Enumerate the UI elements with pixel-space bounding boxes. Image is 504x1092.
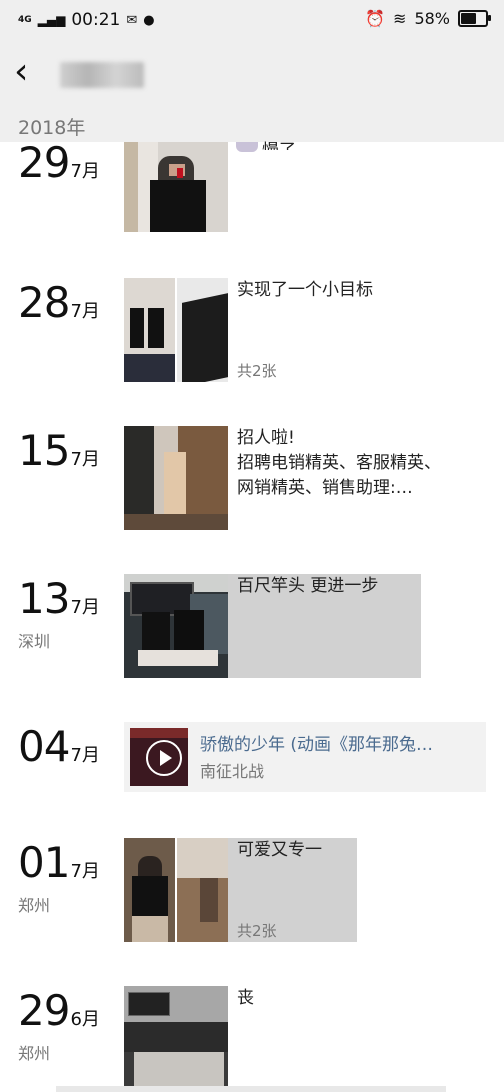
post-text-line: 招聘电销精英、客服精英、 [237, 453, 441, 473]
entry-date: 017月 [18, 838, 100, 887]
post-text: 百尺竿头 更进一步 [237, 576, 379, 596]
bottom-edge [56, 1086, 446, 1092]
wifi-icon: ≋ [393, 9, 407, 28]
alarm-icon: ⏰ [365, 9, 386, 28]
entry-date: 137月 [18, 574, 100, 623]
post-text: 实现了一个小目标 [237, 280, 373, 300]
entry-location: 郑州 [18, 896, 51, 915]
photo-thumbnail[interactable] [124, 278, 228, 382]
entry-location: 深圳 [18, 632, 51, 651]
play-icon[interactable] [146, 740, 182, 776]
nav-bar: ‹ [0, 40, 504, 108]
entry-location: 郑州 [18, 1044, 51, 1063]
photo-thumbnail[interactable] [124, 838, 228, 942]
status-bar: 4G ▂▄▆ 00:21 ✉ ● ⏰ ≋ 58% [0, 0, 504, 40]
back-button[interactable]: ‹ [14, 52, 28, 92]
post-text-line: 招人啦! [237, 428, 295, 448]
photo-count: 共2张 [237, 362, 277, 380]
status-left: 4G ▂▄▆ 00:21 ✉ ● [18, 10, 155, 30]
photo-thumbnail[interactable] [124, 986, 228, 1086]
shared-subtitle: 南征北战 [200, 762, 265, 781]
status-right: ⏰ ≋ 58% [365, 9, 491, 28]
signal-icon: ▂▄▆ [37, 13, 66, 27]
shared-title: 骄傲的少年 (动画《那年那兔… [200, 735, 434, 755]
photo-thumbnail[interactable] [124, 142, 228, 232]
year-header: 2018年 [0, 108, 504, 142]
obscured-profile-name [60, 62, 144, 88]
post-text-line: 网销精英、销售助理:… [237, 478, 413, 498]
battery-percent: 58% [414, 9, 450, 28]
network-type: 4G [18, 14, 32, 25]
avatar [236, 142, 258, 152]
photo-thumbnail[interactable] [124, 574, 228, 678]
status-time: 00:21 [71, 10, 121, 30]
post-text: 丧 [237, 988, 254, 1008]
entry-date: 296月 [18, 986, 100, 1035]
chevron-left-icon: ‹ [14, 51, 29, 92]
shared-music-card[interactable]: 骄傲的少年 (动画《那年那兔… 南征北战 [124, 722, 486, 792]
entry-date: 047月 [18, 722, 100, 771]
photo-count: 共2张 [237, 922, 277, 940]
post-text: 可爱又专一 [237, 840, 322, 860]
entry-date: 297月 [18, 138, 100, 187]
battery-icon [458, 10, 491, 27]
entry-date: 157月 [18, 426, 100, 475]
music-cover [130, 728, 188, 786]
chat-bubble-icon: ● [143, 12, 155, 28]
clipped-text: 慢了 [262, 136, 298, 150]
photo-thumbnail[interactable] [124, 426, 228, 530]
entry-date: 287月 [18, 278, 100, 327]
year-label: 2018年 [18, 117, 86, 139]
mail-icon: ✉ [126, 12, 138, 28]
